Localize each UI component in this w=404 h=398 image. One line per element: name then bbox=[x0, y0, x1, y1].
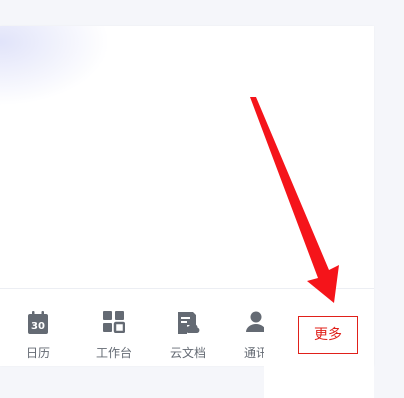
more-button[interactable]: 更多 bbox=[298, 316, 358, 354]
tab-cloud-docs[interactable]: 云文档 bbox=[158, 289, 218, 366]
tab-cloud-docs-label: 云文档 bbox=[169, 346, 206, 360]
tab-workspace[interactable]: 工作台 bbox=[84, 289, 144, 366]
calendar-icon: 30 bbox=[27, 311, 49, 339]
panel-glow bbox=[0, 26, 110, 106]
calendar-icon-number: 30 bbox=[31, 321, 45, 332]
cloud-doc-icon bbox=[176, 311, 200, 339]
tab-calendar-label: 日历 bbox=[25, 346, 50, 360]
tab-workspace-label: 工作台 bbox=[95, 346, 132, 360]
workspace-grid-icon bbox=[103, 311, 126, 337]
tab-calendar[interactable]: 30 日历 bbox=[8, 289, 68, 366]
